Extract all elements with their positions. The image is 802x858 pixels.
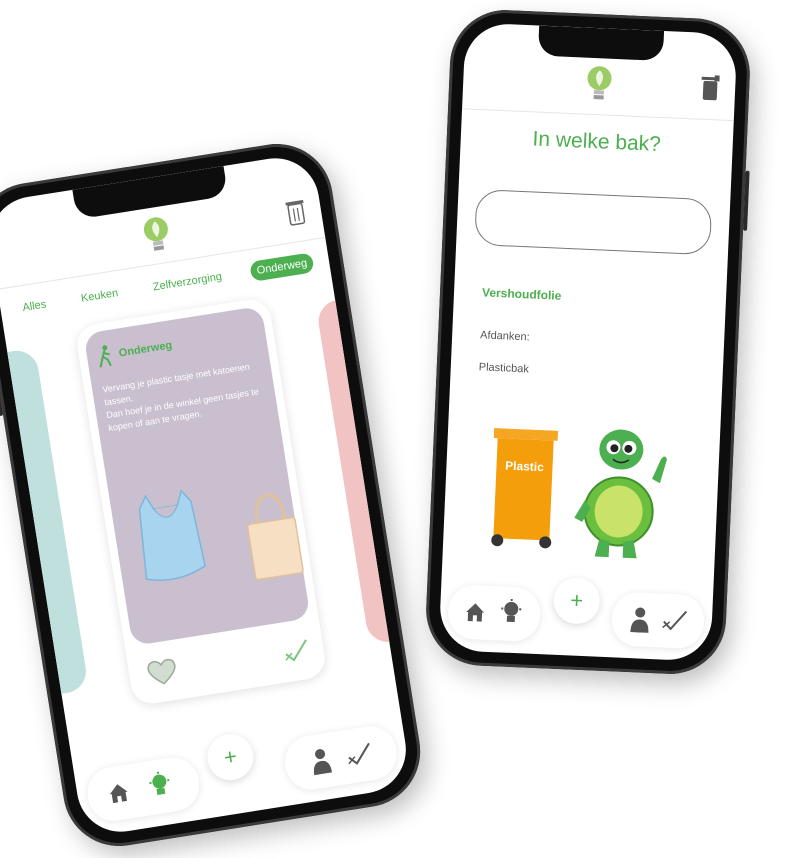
heart-icon[interactable] [145,656,179,688]
phone-left: Alles Keuken Zelfverzorging Onderweg Ond… [0,135,429,855]
trash-icon[interactable] [285,198,307,226]
page-title: In welke bak? [532,127,662,156]
power-button [743,170,750,231]
card-peek-left[interactable] [0,347,90,699]
bottom-nav: + [438,570,713,662]
tip-card-body: Onderweg Vervang je plastic tasje met ka… [83,305,311,647]
tab-onderweg[interactable]: Onderweg [249,252,315,282]
bulb-icon [587,66,612,100]
screen-tips: Alles Keuken Zelfverzorging Onderweg Ond… [0,151,413,839]
cotton-bag-icon [246,493,304,581]
bin-icon [491,427,559,549]
add-button[interactable]: + [552,576,601,625]
bulb-icon[interactable] [500,598,523,627]
tab-alles[interactable]: Alles [15,294,54,319]
tip-card[interactable]: Onderweg Vervang je plastic tasje met ka… [74,296,328,707]
nav-left-group [83,753,203,825]
check-icon[interactable] [282,637,311,665]
dispose-value: Plasticbak [478,361,530,376]
item-name: Vershoudfolie [481,285,562,303]
tab-keuken[interactable]: Keuken [74,282,126,309]
tip-card-header: Onderweg [95,334,173,368]
tip-text: Vervang je plastic tasje met katoenen ta… [101,361,260,434]
user-icon[interactable] [629,606,650,633]
notch [537,25,665,61]
top-bar [462,52,737,122]
bin-label: Plastic [504,458,545,475]
nav-left-group [446,584,542,643]
add-button[interactable]: + [204,730,257,784]
phone-right: In welke bak? Vershoudfolie Afdanken: Pl… [423,7,753,677]
plastic-bag-icon [138,489,206,581]
trash-icon[interactable] [701,75,720,102]
home-icon[interactable] [464,601,487,624]
user-icon[interactable] [309,747,333,776]
search-input[interactable] [474,188,713,256]
screen-bin-lookup: In welke bak? Vershoudfolie Afdanken: Pl… [438,22,738,662]
bulb-icon [143,217,168,251]
nav-right-group [610,591,706,650]
card-peek-right[interactable] [315,293,413,646]
walking-icon [99,345,112,368]
tip-category: Onderweg [117,339,173,360]
dispose-label: Afdanken: [479,329,530,344]
check-icon[interactable] [345,740,374,768]
nav-right-group [281,722,401,794]
turtle-mascot [574,429,667,559]
tab-zelfverzorging[interactable]: Zelfverzorging [146,266,230,299]
check-icon[interactable] [661,608,688,633]
plastic-bin: Plastic [489,427,559,551]
volume-button [0,375,4,417]
home-icon[interactable] [106,780,131,805]
bulb-icon[interactable] [147,770,173,801]
bottom-nav: + [72,707,412,838]
